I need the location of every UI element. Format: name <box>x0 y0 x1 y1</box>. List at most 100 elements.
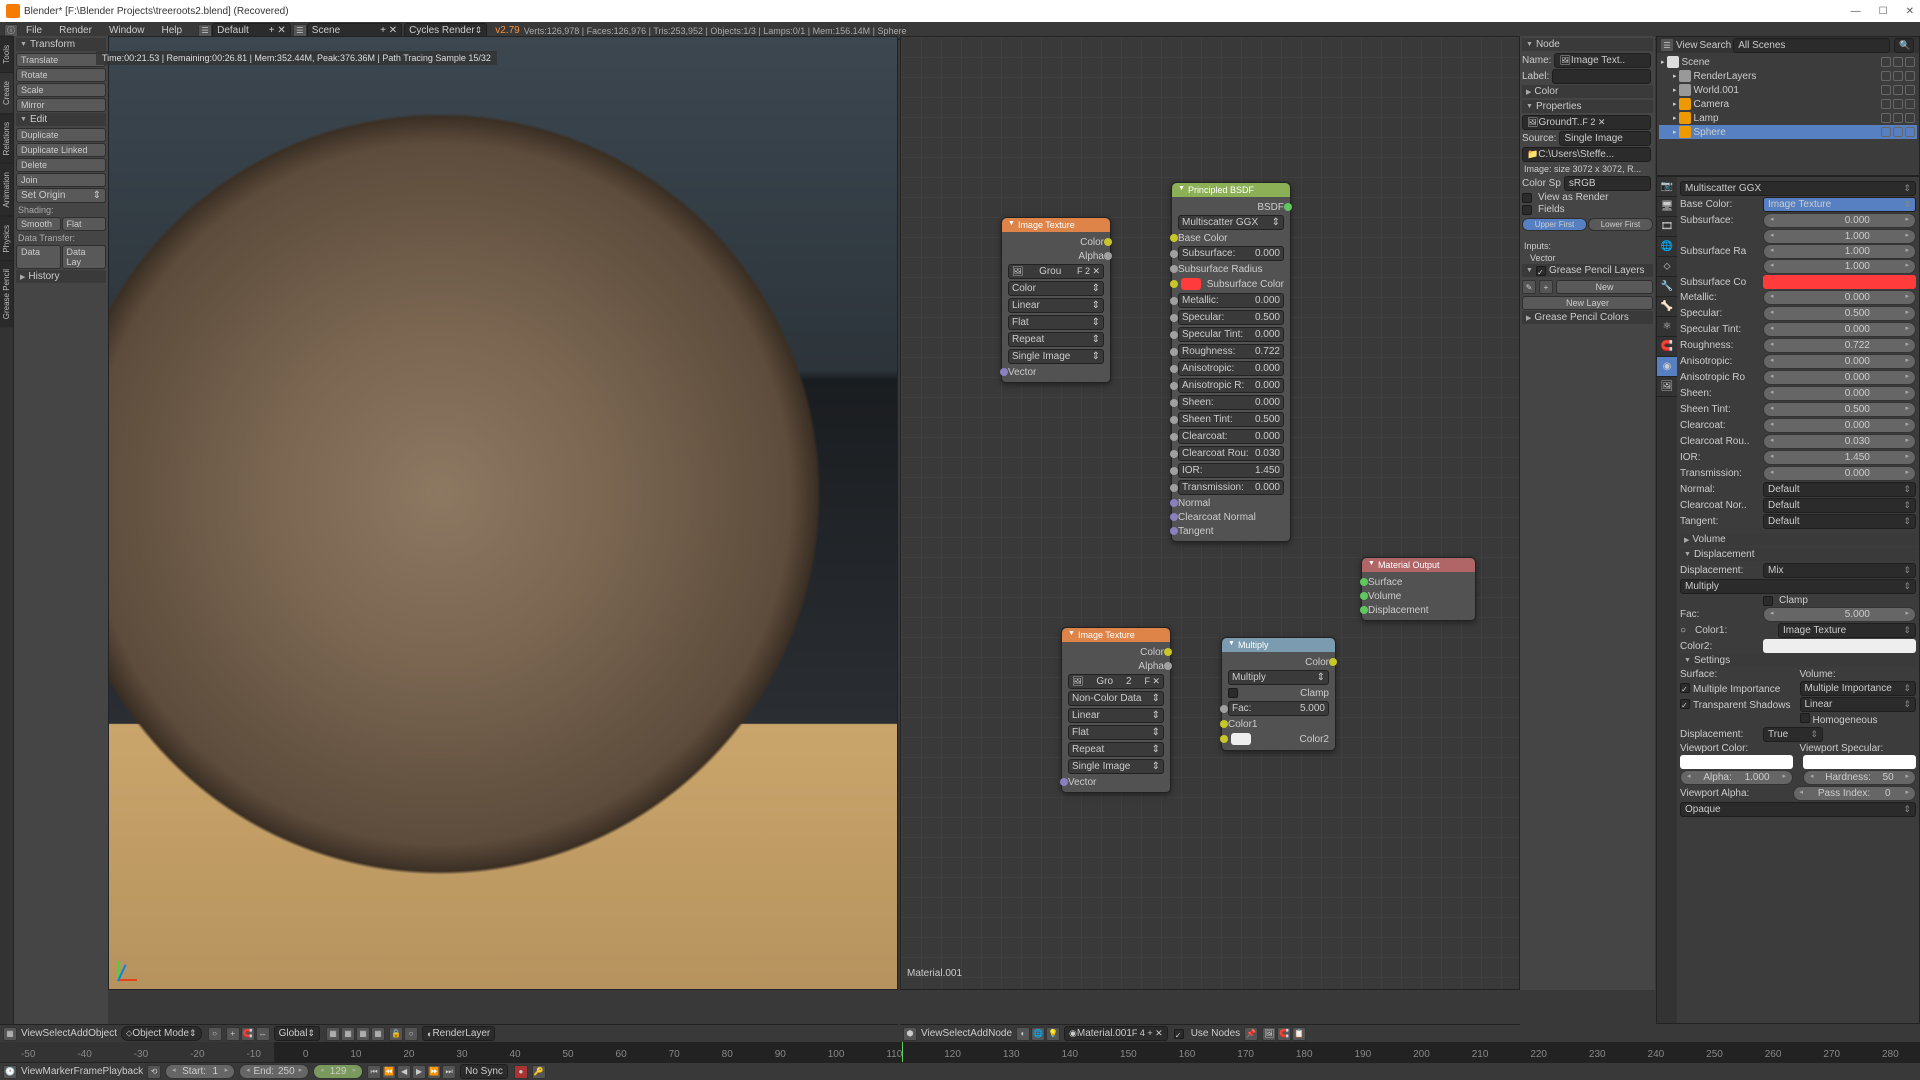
current-frame[interactable]: 129 <box>313 1064 363 1079</box>
distribution-dropdown[interactable]: Multiscatter GGX <box>1680 181 1916 196</box>
orientation-selector[interactable]: Global ⇕ <box>274 1026 320 1041</box>
texture-option[interactable]: Color⇕ <box>1008 281 1104 296</box>
bsdf-param[interactable]: Clearcoat:0.000 <box>1178 429 1284 444</box>
node-header[interactable]: Image Texture <box>1062 628 1170 642</box>
bsdf-param[interactable]: Specular:0.500 <box>1178 310 1284 325</box>
color-swatch[interactable] <box>1763 275 1916 289</box>
end-frame[interactable]: End:250 <box>239 1064 309 1079</box>
node-editor[interactable]: Material.001 Image Texture Color Alpha 🖼… <box>900 36 1520 990</box>
texture-option[interactable]: Flat⇕ <box>1008 315 1104 330</box>
properties-tab-1[interactable]: 🖥 <box>1657 197 1677 217</box>
start-frame[interactable]: Start:1 <box>165 1064 235 1079</box>
bsdf-param[interactable]: Roughness:0.722 <box>1178 344 1284 359</box>
keying-set-icon[interactable]: 🔑 <box>532 1065 546 1079</box>
image-texture-node-2[interactable]: Image Texture Color Alpha 🖼 Gro 2 F ✕ No… <box>1061 627 1171 793</box>
settings-section[interactable]: Settings <box>1680 654 1916 667</box>
snap-node-icon[interactable]: 🧲 <box>1277 1027 1291 1041</box>
close-button[interactable]: ✕ <box>1906 6 1914 17</box>
disp-number[interactable]: 5.000 <box>1763 607 1916 622</box>
source-selector[interactable]: Single Image <box>1559 131 1651 146</box>
mix-rgb-node[interactable]: Multiply Color Multiply⇕ Clamp Fac:5.000… <box>1221 637 1336 751</box>
grease-pencil-layers-header[interactable]: Grease Pencil Layers <box>1522 264 1653 277</box>
timeline[interactable]: -50-40-30-20-100102030405060708090100110… <box>0 1042 1920 1062</box>
prop-selector[interactable]: Default <box>1763 514 1916 529</box>
bsdf-param[interactable]: Specular Tint:0.000 <box>1178 327 1284 342</box>
relations-tab[interactable]: Relations <box>0 113 13 163</box>
node-header[interactable]: Material Output <box>1362 558 1475 572</box>
blend-mode-selector[interactable]: Multiply⇕ <box>1228 670 1329 685</box>
new-gp-button[interactable]: New <box>1556 280 1653 294</box>
play-reverse-icon[interactable]: ◀ <box>397 1065 411 1079</box>
outliner-view-menu[interactable]: View <box>1676 40 1698 51</box>
timeline-view-menu[interactable]: View <box>21 1066 43 1077</box>
maximize-button[interactable]: ☐ <box>1879 6 1888 17</box>
bsdf-param[interactable]: Sheen Tint:0.500 <box>1178 412 1284 427</box>
timeline-frame-menu[interactable]: Frame <box>74 1066 103 1077</box>
shader-type-icon[interactable]: ◐ <box>1016 1027 1030 1041</box>
prop-selector[interactable]: Image Texture <box>1763 197 1916 212</box>
transform-panel-header[interactable]: Transform <box>16 38 106 51</box>
viewport-select-menu[interactable]: Select <box>43 1028 71 1039</box>
manipulator-icon[interactable]: ↔ <box>256 1027 270 1041</box>
prop-selector[interactable]: Default <box>1763 482 1916 497</box>
join-button[interactable]: Join <box>16 173 106 187</box>
key-prev-icon[interactable]: ⏪ <box>382 1065 396 1079</box>
image-texture-node-1[interactable]: Image Texture Color Alpha 🖼 Grou F 2 ✕ C… <box>1001 217 1111 383</box>
outliner-item-world.001[interactable]: ▸World.001 <box>1659 83 1917 97</box>
snap-icon[interactable]: 🧲 <box>241 1027 255 1041</box>
use-nodes-checkbox[interactable] <box>1174 1029 1184 1039</box>
node-header[interactable]: Principled BSDF <box>1172 183 1290 197</box>
principled-bsdf-node[interactable]: Principled BSDF BSDF Multiscatter GGX⇕ B… <box>1171 182 1291 542</box>
flat-button[interactable]: Flat <box>62 217 107 231</box>
delete-button[interactable]: Delete <box>16 158 106 172</box>
texture-option[interactable]: Non-Color Data⇕ <box>1068 691 1164 706</box>
filepath-field[interactable]: 📁C:\Users\Steffe... <box>1522 147 1651 162</box>
shader-world-icon[interactable]: 🌐 <box>1031 1027 1045 1041</box>
mirror-button[interactable]: Mirror <box>16 98 106 112</box>
viewport-editor-icon[interactable]: ▦ <box>3 1027 17 1041</box>
node-view-menu[interactable]: View <box>921 1028 943 1039</box>
data-transfer-button[interactable]: Data <box>16 245 61 269</box>
menu-window[interactable]: Window <box>101 25 153 36</box>
material-selector[interactable]: ◉ Material.001 F 4 + ✕ <box>1064 1026 1168 1041</box>
properties-tab-7[interactable]: ⚛ <box>1657 317 1677 337</box>
pivot-icon[interactable]: + <box>226 1027 240 1041</box>
prop-number[interactable]: 0.000 <box>1763 213 1916 228</box>
proportional-edit-icon[interactable]: ○ <box>404 1027 418 1041</box>
outliner-search-field[interactable]: 🔍 <box>1894 38 1914 53</box>
colorspace-selector[interactable]: sRGB <box>1564 176 1651 191</box>
node-node-menu[interactable]: Node <box>988 1028 1012 1039</box>
prop-number[interactable]: 0.000 <box>1763 322 1916 337</box>
outliner-item-sphere[interactable]: ▸Sphere <box>1659 125 1917 139</box>
color2-swatch[interactable] <box>1231 733 1251 745</box>
sync-selector[interactable]: No Sync <box>460 1064 508 1079</box>
node-header[interactable]: Multiply <box>1222 638 1335 652</box>
prop-number[interactable]: 0.030 <box>1763 434 1916 449</box>
texture-option[interactable]: Single Image⇕ <box>1008 349 1104 364</box>
color-section-header[interactable]: Color <box>1522 85 1653 98</box>
disp-selector[interactable]: Mix <box>1763 563 1916 578</box>
renderlayer-selector[interactable]: ◐ RenderLayer <box>422 1026 495 1041</box>
properties-tab-10[interactable]: 🖼 <box>1657 377 1677 397</box>
properties-tab-6[interactable]: 🦴 <box>1657 297 1677 317</box>
image-datablock[interactable]: 🖼 Gro 2 F ✕ <box>1068 674 1164 689</box>
material-output-node[interactable]: Material Output SurfaceVolumeDisplacemen… <box>1361 557 1476 621</box>
play-icon[interactable]: ▶ <box>412 1065 426 1079</box>
prop-number[interactable]: 0.500 <box>1763 402 1916 417</box>
prop-number[interactable]: 0.000 <box>1763 466 1916 481</box>
node-section-header[interactable]: Node <box>1522 38 1653 51</box>
properties-tab-3[interactable]: 🌐 <box>1657 237 1677 257</box>
outliner-item-scene[interactable]: ▸Scene <box>1659 55 1917 69</box>
auto-keyframe-icon[interactable]: ● <box>514 1065 528 1079</box>
edit-panel-header[interactable]: Edit <box>16 113 106 126</box>
texture-option[interactable]: Single Image⇕ <box>1068 759 1164 774</box>
displacement-section[interactable]: Displacement <box>1680 548 1916 561</box>
translate-button[interactable]: Translate <box>16 53 106 67</box>
backdrop-icon[interactable]: 🖼 <box>1262 1027 1276 1041</box>
properties-tab-2[interactable]: 🎞 <box>1657 217 1677 237</box>
range-icon[interactable]: ⟲ <box>147 1065 161 1079</box>
menu-file[interactable]: File <box>18 25 50 36</box>
bsdf-param[interactable]: Anisotropic:0.000 <box>1178 361 1284 376</box>
volume-section[interactable]: Volume <box>1680 533 1916 546</box>
bsdf-param[interactable]: Subsurface:0.000 <box>1178 246 1284 261</box>
